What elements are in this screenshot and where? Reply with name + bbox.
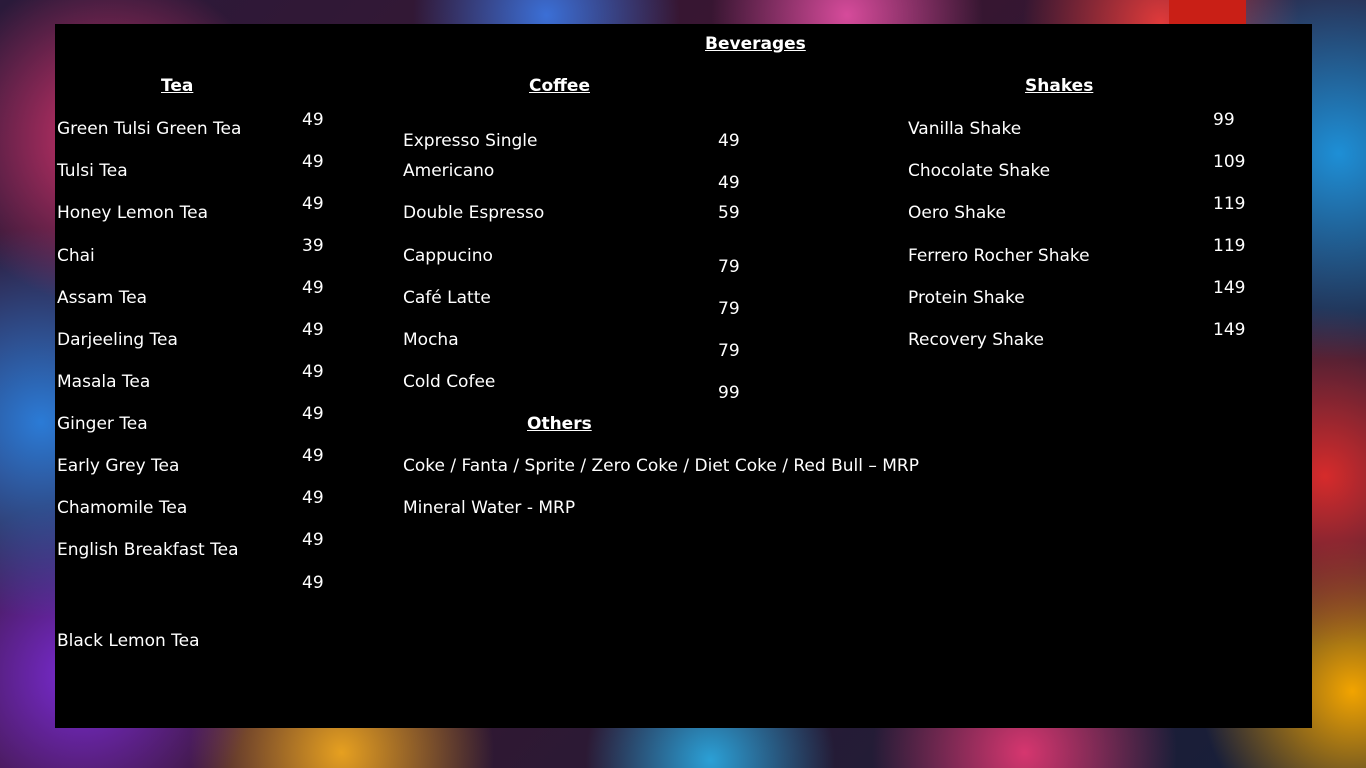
tea-price: 49 xyxy=(302,152,324,172)
shake-price: 119 xyxy=(1213,194,1246,214)
tea-item: Black Lemon Tea xyxy=(57,631,200,651)
coffee-price: 59 xyxy=(718,203,740,223)
coffee-heading: Coffee xyxy=(529,76,590,96)
coffee-price: 79 xyxy=(718,257,740,277)
tea-item: Darjeeling Tea xyxy=(57,330,178,350)
tea-price: 49 xyxy=(302,194,324,214)
shake-price: 99 xyxy=(1213,110,1235,130)
coffee-item: Café Latte xyxy=(403,288,491,308)
shake-item: Vanilla Shake xyxy=(908,119,1022,139)
menu-title: Beverages xyxy=(705,34,806,54)
tea-item: Ginger Tea xyxy=(57,414,148,434)
coffee-price: 49 xyxy=(718,173,740,193)
shake-price: 109 xyxy=(1213,152,1246,172)
coffee-price: 79 xyxy=(718,341,740,361)
tea-heading: Tea xyxy=(161,76,194,96)
others-item: Coke / Fanta / Sprite / Zero Coke / Diet… xyxy=(403,456,919,476)
coffee-item: Double Espresso xyxy=(403,203,545,223)
tea-price: 49 xyxy=(302,488,324,508)
tea-item: Green Tulsi Green Tea xyxy=(57,119,242,139)
tea-item: English Breakfast Tea xyxy=(57,540,239,560)
shake-item: Protein Shake xyxy=(908,288,1025,308)
shake-item: Recovery Shake xyxy=(908,330,1044,350)
shake-price: 149 xyxy=(1213,320,1246,340)
tea-price: 39 xyxy=(302,236,324,256)
tea-item: Tulsi Tea xyxy=(57,161,128,181)
tea-price: 49 xyxy=(302,278,324,298)
shakes-heading: Shakes xyxy=(1025,76,1094,96)
tea-price: 49 xyxy=(302,446,324,466)
coffee-item: Expresso Single xyxy=(403,131,538,151)
tea-item: Assam Tea xyxy=(57,288,148,308)
coffee-price: 49 xyxy=(718,131,740,151)
tea-price: 49 xyxy=(302,573,324,593)
coffee-price: 99 xyxy=(718,383,740,403)
tea-price: 49 xyxy=(302,320,324,340)
tea-price: 49 xyxy=(302,110,324,130)
coffee-item: Mocha xyxy=(403,330,459,350)
tea-item: Chamomile Tea xyxy=(57,498,188,518)
accent-tab xyxy=(1169,0,1246,24)
others-item: Mineral Water - MRP xyxy=(403,498,576,518)
coffee-item: Cold Cofee xyxy=(403,372,496,392)
coffee-item: Cappucino xyxy=(403,246,493,266)
coffee-price: 79 xyxy=(718,299,740,319)
tea-price: 49 xyxy=(302,362,324,382)
tea-item: Early Grey Tea xyxy=(57,456,180,476)
shake-price: 119 xyxy=(1213,236,1246,256)
tea-item: Honey Lemon Tea xyxy=(57,203,209,223)
shake-price: 149 xyxy=(1213,278,1246,298)
tea-item: Chai xyxy=(57,246,95,266)
tea-price: 49 xyxy=(302,404,324,424)
menu-panel: Beverages Tea Green Tulsi Green Tea 49 T… xyxy=(55,24,1312,728)
tea-item: Masala Tea xyxy=(57,372,151,392)
shake-item: Ferrero Rocher Shake xyxy=(908,246,1090,266)
shake-item: Oero Shake xyxy=(908,203,1006,223)
tea-price: 49 xyxy=(302,530,324,550)
coffee-item: Americano xyxy=(403,161,495,181)
others-heading: Others xyxy=(527,414,592,434)
shake-item: Chocolate Shake xyxy=(908,161,1051,181)
